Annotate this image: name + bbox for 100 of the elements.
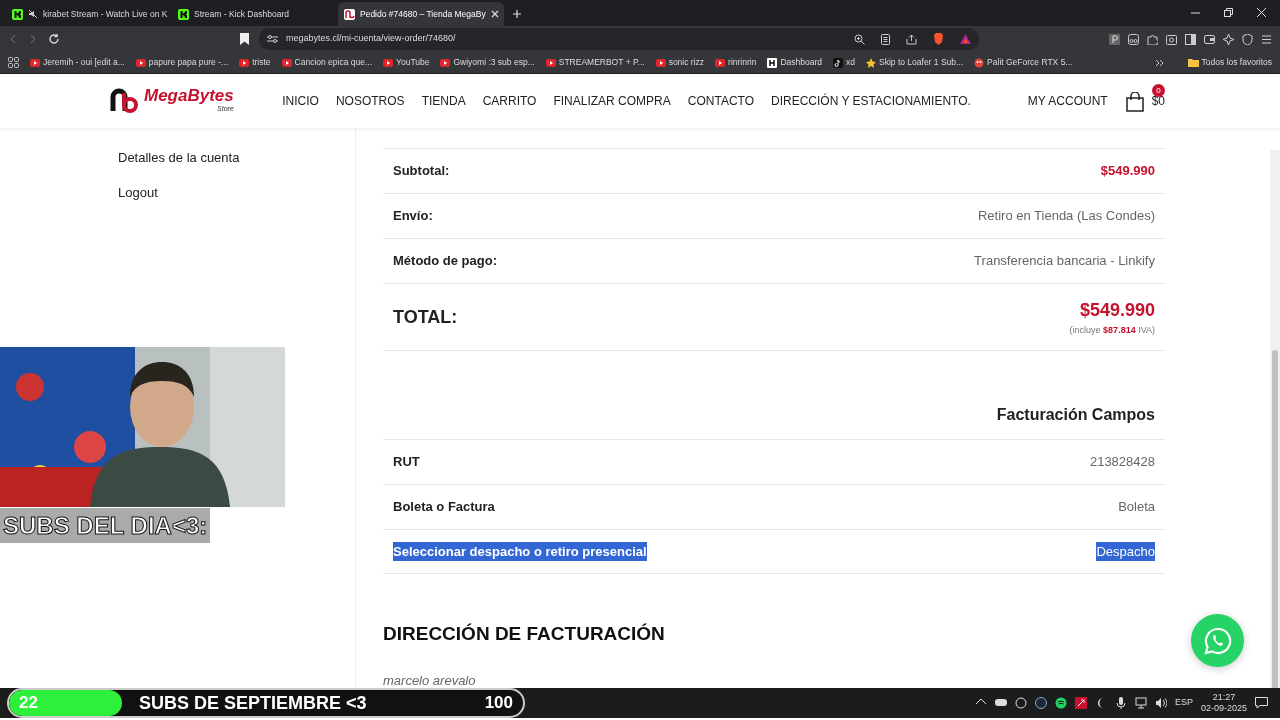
play-icon [440, 57, 451, 68]
music-app-icon[interactable] [1054, 697, 1067, 709]
play-icon [383, 57, 394, 68]
kick-logo-icon [12, 8, 23, 20]
extension-p-icon[interactable] [1109, 33, 1120, 45]
back-icon[interactable] [8, 34, 18, 44]
nav-link[interactable]: NOSOTROS [335, 92, 405, 110]
wallet-icon[interactable] [1204, 33, 1215, 45]
nav-link[interactable]: CONTACTO [687, 92, 755, 110]
field-value: 213828428 [1089, 453, 1155, 472]
goal-current: 22 [19, 692, 39, 715]
chat-phone-icon [1202, 625, 1233, 656]
account-menu-link[interactable]: Detalles de la cuenta [118, 148, 355, 183]
sparkle-icon[interactable] [1223, 33, 1234, 45]
play-icon [545, 57, 556, 68]
nav-link[interactable]: INICIO [282, 92, 319, 110]
tax-note: (incluye $87.814 IVA) [1069, 323, 1155, 337]
bookmark[interactable]: papure papa pure -... [135, 56, 229, 69]
bookmark[interactable]: Gwiyomi :3 sub esp... [440, 56, 535, 69]
restore-icon[interactable] [1224, 8, 1233, 17]
browser-tab[interactable]: Pedido #74680 – Tienda MegaBy [338, 2, 504, 26]
music-note-icon [833, 57, 843, 68]
share-icon[interactable] [906, 33, 917, 45]
apps-grid-icon[interactable] [8, 57, 19, 68]
browser-tab[interactable]: kirabet Stream - Watch Live on K [6, 2, 172, 26]
field-label: RUT [393, 453, 420, 472]
reader-icon[interactable] [881, 33, 890, 45]
site-settings-icon[interactable] [267, 34, 278, 44]
cart-button[interactable] [1125, 89, 1144, 113]
sidebar-icon[interactable] [1185, 33, 1196, 45]
language-indicator[interactable]: ESP [1174, 696, 1193, 710]
bookmark[interactable]: YouTube [383, 56, 430, 69]
nav-link[interactable]: TIENDA [421, 92, 466, 110]
total-value: $549.990 [1078, 298, 1155, 322]
bookmark[interactable]: rinrinrin [715, 56, 757, 69]
bookmark[interactable]: Skip to Loafer 1 Sub... [866, 56, 964, 69]
new-tab-icon[interactable] [512, 9, 522, 19]
microphone-icon[interactable] [1114, 697, 1127, 709]
field-label: Seleccionar despacho o retiro presencial [393, 541, 647, 562]
glasses-icon[interactable] [1128, 33, 1139, 45]
network-icon[interactable] [1134, 697, 1147, 709]
folder-icon [1187, 58, 1199, 67]
nav-link[interactable]: CARRITO [482, 92, 537, 110]
total-label: TOTAL: [393, 305, 458, 329]
circle-icon[interactable] [1014, 697, 1027, 709]
menu-icon[interactable] [1261, 33, 1272, 45]
summary-label: Método de pago: [393, 252, 497, 271]
summary-value: Transferencia bancaria - Linkify [974, 252, 1155, 271]
close-icon[interactable] [1257, 8, 1266, 17]
customer-name: marcelo arevalo [383, 671, 476, 688]
bookmark[interactable]: Dashboard [767, 56, 822, 69]
logo-mark-icon [110, 87, 140, 115]
account-link[interactable]: MY ACCOUNT [1027, 92, 1108, 110]
cart-count-badge: 0 [1152, 84, 1165, 97]
nav-link[interactable]: FINALIZAR COMPRA [553, 92, 671, 110]
bookmark[interactable]: Cancion epica que... [281, 56, 373, 69]
shopping-bag-icon [1125, 91, 1144, 112]
store-logo-icon [344, 8, 355, 20]
summary-label: Subtotal: [393, 162, 450, 181]
tab-search-icon[interactable] [1166, 33, 1177, 45]
square-icon [767, 57, 778, 68]
section-heading: Facturación Campos [996, 405, 1155, 425]
summary-value: Retiro en Tienda (Las Condes) [977, 207, 1155, 226]
bookmark[interactable]: Palit GeForce RTX 5... [974, 56, 1073, 69]
account-menu-link[interactable]: Logout [118, 183, 355, 218]
zoom-icon[interactable] [854, 33, 865, 45]
forward-icon[interactable] [28, 34, 38, 44]
play-icon [281, 57, 292, 68]
scrollbar-thumb[interactable] [1272, 350, 1278, 688]
reload-icon[interactable] [48, 33, 60, 45]
field-value: Boleta [1118, 498, 1155, 517]
play-icon [239, 57, 250, 68]
overlay-caption: SUBS DEL DIA<3: [0, 508, 211, 543]
bookmark[interactable]: STREAMERBOT + P... [545, 56, 645, 69]
vpn-shield-icon[interactable] [1242, 33, 1253, 45]
bookmark[interactable]: sonic rizz [655, 56, 705, 69]
summary-label: Envío: [393, 207, 433, 226]
field-label: Boleta o Factura [393, 498, 495, 517]
play-icon [30, 57, 40, 68]
bookmark[interactable]: triste [239, 56, 271, 69]
bookmark-icon[interactable] [240, 33, 249, 45]
play-icon [715, 57, 726, 68]
speaker-icon[interactable] [1154, 697, 1167, 709]
app-square-icon[interactable] [1074, 697, 1087, 709]
goal-target: 100 [484, 692, 513, 715]
triangle-icon[interactable] [960, 34, 971, 44]
star-icon [866, 57, 876, 68]
bookmark[interactable]: xd [833, 56, 855, 69]
chevrons-icon[interactable] [1154, 58, 1164, 67]
goal-title: SUBS DE SEPTIEMBRE <3 [139, 691, 367, 715]
notifications-icon[interactable] [1255, 697, 1268, 709]
clock[interactable]: 21:27 02-09-2025 [1200, 691, 1247, 715]
play-icon [655, 57, 666, 68]
kick-logo-icon [178, 8, 189, 20]
url-text[interactable]: megabytes.cl/mi-cuenta/view-order/74680/ [286, 32, 456, 46]
bookmark-folder[interactable]: Todos los favoritos [1187, 56, 1272, 69]
browser-tab[interactable]: Stream - Kick Dashboard [172, 2, 338, 26]
close-icon[interactable] [490, 10, 499, 18]
bookmark[interactable]: Jeremih - oui [edit a... [30, 56, 125, 69]
nav-link[interactable]: DIRECCIÓN Y ESTACIONAMIENTO. [771, 92, 971, 110]
